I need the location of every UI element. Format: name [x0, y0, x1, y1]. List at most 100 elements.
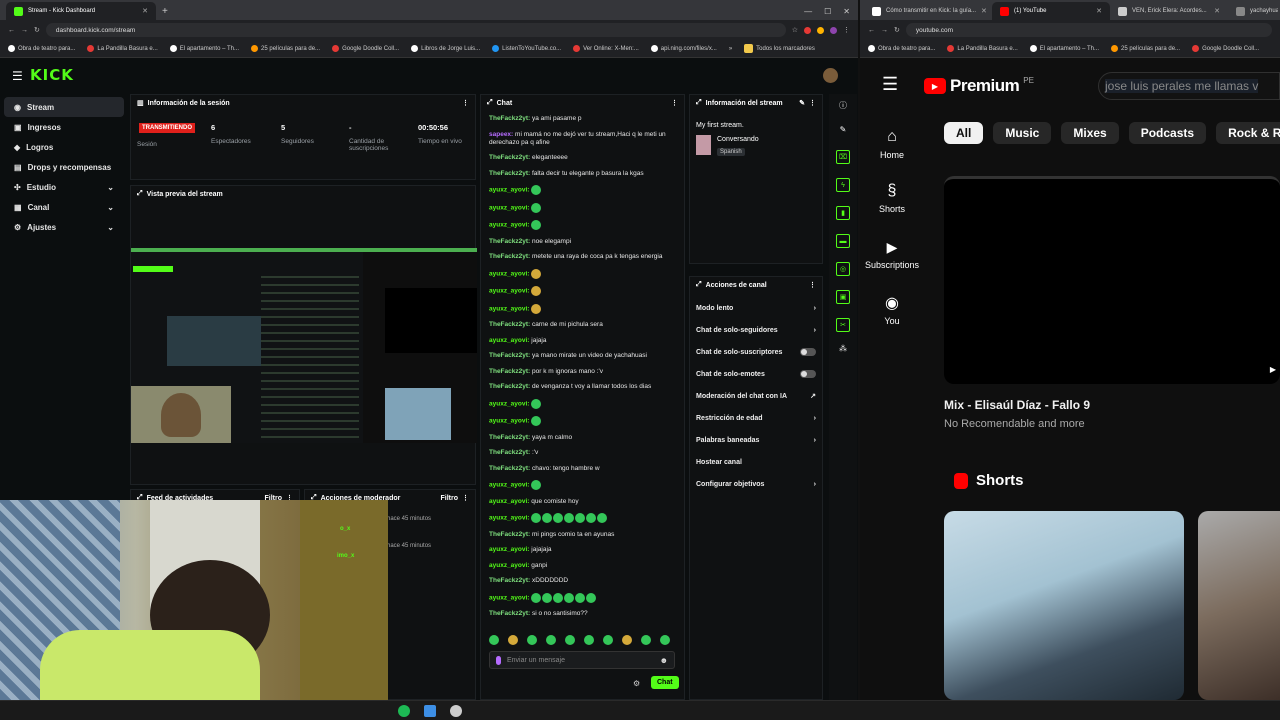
expand-icon[interactable]: ⤢ [137, 190, 143, 198]
chat-username[interactable]: TheFackz2yt: [489, 610, 530, 617]
close-tab-icon[interactable]: ✕ [1214, 7, 1220, 15]
app-icon[interactable] [424, 705, 436, 717]
bookmark-item[interactable]: 25 películas para de... [251, 45, 320, 52]
chip-podcasts[interactable]: Podcasts [1128, 122, 1207, 144]
bookmark-item[interactable]: Libros de Jorge Luis... [411, 45, 480, 52]
emotes-only-toggle[interactable] [800, 370, 816, 378]
url-field[interactable]: dashboard.kick.com/stream [45, 23, 786, 37]
search-input[interactable]: jose luis perales me llamas v [1098, 72, 1280, 100]
extension-icon[interactable] [804, 26, 811, 34]
chat-username[interactable]: ayuxz_ayovi: [489, 626, 529, 627]
action-banned-words[interactable]: Palabras baneadas › [690, 429, 822, 451]
spotify-icon[interactable] [398, 705, 410, 717]
chat-username[interactable]: TheFackz2yt: [489, 321, 530, 328]
chat-username[interactable]: TheFackz2yt: [489, 170, 530, 177]
avatar[interactable] [823, 68, 838, 83]
expand-icon[interactable]: ⤢ [696, 99, 702, 107]
chat-username[interactable]: ayuxz_ayovi: [489, 594, 529, 601]
chat-username[interactable]: TheFackz2yt: [489, 115, 530, 122]
chat-username[interactable]: TheFackz2yt: [489, 253, 530, 260]
bookmark-item[interactable]: Google Doodle Coll... [332, 45, 399, 52]
chat-username[interactable]: ayuxz_ayovi: [489, 337, 529, 344]
bookmark-item[interactable]: 25 películas para de... [1111, 45, 1180, 52]
bookmark-item[interactable]: Ver Online: X-Men:... [573, 45, 639, 52]
sidebar-item-stream[interactable]: ◉ Stream [4, 97, 124, 117]
send-chat-button[interactable]: Chat [651, 676, 679, 689]
category-name[interactable]: Conversando [717, 136, 759, 143]
chat-username[interactable]: TheFackz2yt: [489, 368, 530, 375]
sidebar-item-ingresos[interactable]: ▣ Ingresos [4, 117, 124, 137]
chat-username[interactable]: TheFackz2yt: [489, 449, 530, 456]
short-thumbnail[interactable] [944, 511, 1184, 700]
chat-username[interactable]: TheFackz2yt: [489, 531, 530, 538]
chat-username[interactable]: ayuxz_ayovi: [489, 482, 529, 489]
subscribers-only-toggle[interactable] [800, 348, 816, 356]
forward-icon[interactable]: → [881, 27, 888, 34]
chat-username[interactable]: TheFackz2yt: [489, 154, 530, 161]
chat-username[interactable]: ayuxz_ayovi: [489, 562, 529, 569]
kick-logo[interactable]: KICK [30, 66, 74, 84]
chat-username[interactable]: ayuxz_ayovi: [489, 204, 529, 211]
chip-mixes[interactable]: Mixes [1061, 122, 1119, 144]
all-bookmarks-folder[interactable]: Todos los marcadores [744, 44, 815, 53]
tab-kick-guide[interactable]: Cómo transmitir en Kick: la guía... ✕ [864, 2, 992, 20]
chat-username[interactable]: ayuxz_ayovi: [489, 187, 529, 194]
menu-dots-icon[interactable]: ⋮ [462, 99, 469, 107]
chat-settings-icon[interactable]: ⚙ [633, 679, 640, 688]
short-thumbnail[interactable] [1198, 511, 1280, 700]
menu-dots-icon[interactable]: ⋮ [462, 494, 469, 502]
pencil-icon[interactable]: ✎ [799, 99, 805, 107]
emote[interactable] [584, 635, 594, 645]
bookmark-item[interactable]: api.ning.com/files/x... [650, 45, 717, 52]
action-age-restriction[interactable]: Restricción de edad › [690, 407, 822, 429]
chat-username[interactable]: TheFackz2yt: [489, 383, 530, 390]
emote[interactable] [565, 635, 575, 645]
profile-avatar[interactable] [830, 26, 837, 34]
youtube-premium-logo[interactable]: ▶ Premium PE [924, 76, 1034, 96]
menu-dots-icon[interactable]: ⋮ [809, 99, 816, 107]
chat-username[interactable]: ayuxz_ayovi: [489, 305, 529, 312]
chat-username[interactable]: ayuxz_ayovi: [489, 418, 529, 425]
close-tab-icon[interactable]: ✕ [142, 7, 148, 15]
chat-username[interactable]: ayuxz_ayovi: [489, 400, 529, 407]
sidebar-item-ajustes[interactable]: ⚙ Ajustes ⌄ [4, 217, 124, 237]
bookmark-item[interactable]: La Pandilla Basura e... [947, 45, 1018, 52]
sidebar-item-logros[interactable]: ◆ Logros [4, 137, 124, 157]
bookmark-item[interactable]: Obra de teatro para... [868, 45, 935, 52]
emote[interactable] [546, 635, 556, 645]
bookmark-item[interactable]: El apartamento – Th... [169, 45, 239, 52]
filter-button[interactable]: Filtro [441, 495, 459, 502]
emote[interactable] [489, 635, 499, 645]
tab-youtube[interactable]: (1) YouTube ✕ [992, 2, 1110, 20]
nav-subscriptions[interactable]: ▶ Subscriptions [862, 238, 922, 271]
chip-rock-roll[interactable]: Rock & Roll [1216, 122, 1280, 144]
menu-dots-icon[interactable]: ⋮ [671, 99, 678, 107]
reload-icon[interactable]: ↻ [34, 26, 40, 34]
maximize-icon[interactable]: ☐ [824, 7, 831, 16]
chat-username[interactable]: TheFackz2yt: [489, 238, 530, 245]
action-configure-goals[interactable]: Configurar objetivos › [690, 473, 822, 495]
emote[interactable] [508, 635, 518, 645]
minimize-icon[interactable]: — [804, 7, 812, 16]
new-tab-button[interactable]: + [156, 2, 174, 20]
forward-icon[interactable]: → [21, 27, 28, 34]
bookmark-item[interactable]: La Pandilla Basura e... [87, 45, 158, 52]
url-field[interactable]: youtube.com [905, 23, 1272, 37]
emote[interactable] [641, 635, 651, 645]
sidebar-item-drops[interactable]: ▤ Drops y recompensas [4, 157, 124, 177]
action-host-channel[interactable]: Hostear canal [690, 451, 822, 473]
chat-username[interactable]: TheFackz2yt: [489, 577, 530, 584]
shield-icon[interactable]: ▣ [836, 290, 850, 304]
video-title[interactable]: Mix - Elisaúl Díaz - Fallo 9 [944, 398, 1090, 412]
browser-icon[interactable] [450, 705, 462, 717]
nav-shorts[interactable]: § Shorts [862, 182, 922, 214]
expand-icon[interactable]: ⤢ [696, 281, 702, 289]
hamburger-icon[interactable]: ☰ [12, 69, 23, 83]
chat-username[interactable]: ayuxz_ayovi: [489, 515, 529, 522]
more-icon[interactable]: ⁂ [829, 344, 857, 353]
nav-you[interactable]: ◉ You [862, 294, 922, 326]
language-tag[interactable]: Spanish [717, 148, 745, 156]
emote[interactable] [603, 635, 613, 645]
reload-icon[interactable]: ↻ [894, 26, 900, 34]
chat-username[interactable]: ayuxz_ayovi: [489, 546, 529, 553]
